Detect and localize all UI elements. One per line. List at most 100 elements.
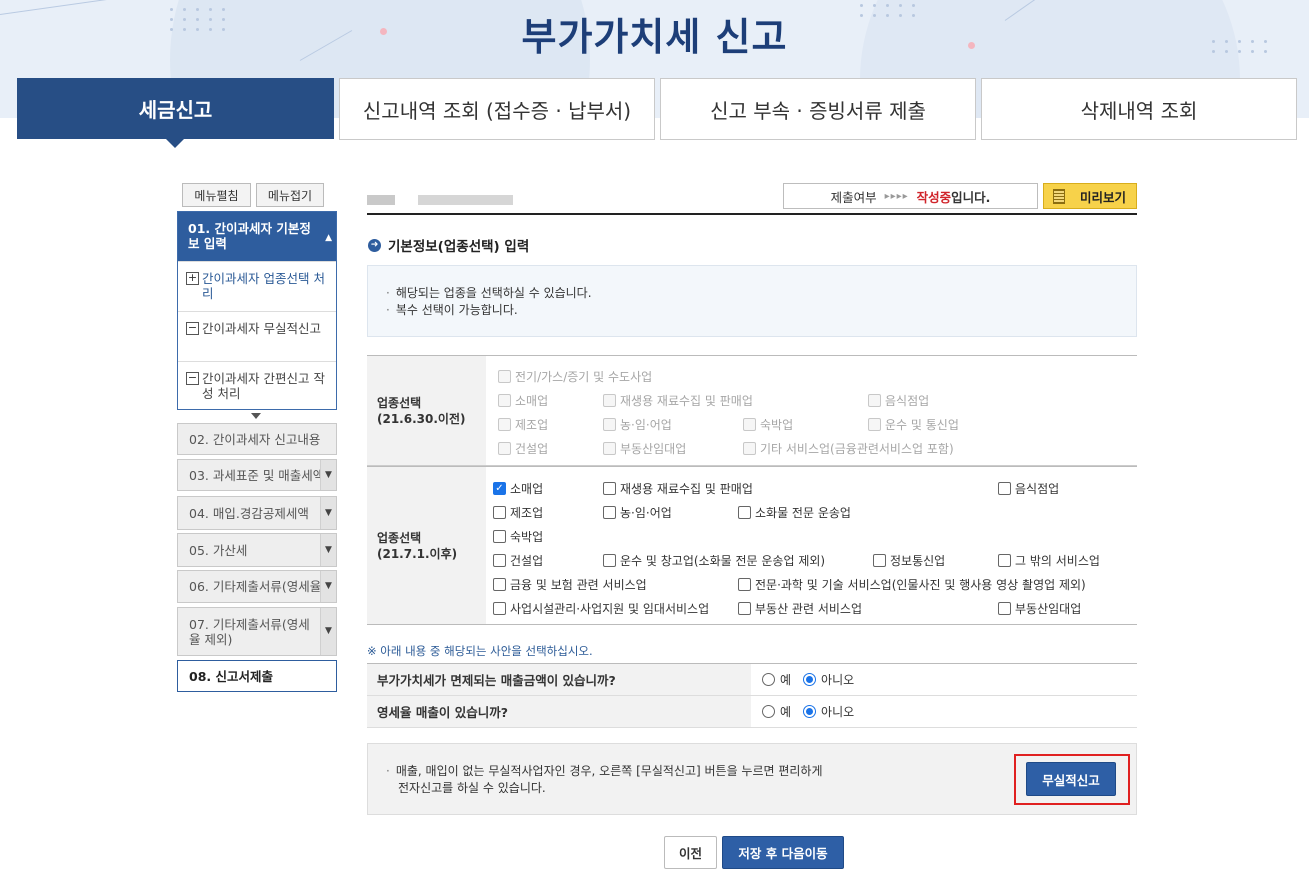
preview-button[interactable]: 미리보기 — [1043, 183, 1137, 209]
page-title: 부가가치세 신고 — [521, 15, 788, 59]
chevron-up-icon: ▲ — [325, 233, 332, 243]
chevron-down-icon: ▼ — [320, 571, 336, 602]
industry-new-table: 업종선택 (21.7.1.이후) ✓ 소매업 재생용 재료수집 및 판매업 음식점… — [367, 466, 1137, 625]
question-text: 부가가치세가 면제되는 매출금액이 있습니까? — [367, 664, 751, 695]
question-text: 영세율 매출이 있습니까? — [367, 696, 751, 727]
selection-note: ※ 아래 내용 중 해당되는 사안을 선택하십시오. — [367, 644, 593, 658]
industry-checkbox[interactable]: 부동산임대업 — [998, 600, 1081, 617]
step-label: 07. 기타제출서류(영세율 제외) — [189, 616, 310, 647]
chevron-down-icon: ▼ — [320, 534, 336, 566]
step-label: 02. 간이과세자 신고내용 — [189, 431, 321, 447]
step-06[interactable]: 06. 기타제출서류(영세율 ▼ — [177, 570, 337, 603]
step-label: 04. 매입.경감공제세액 — [189, 505, 309, 521]
industry-checkbox[interactable]: 건설업 — [493, 552, 543, 569]
step-label: 03. 과세표준 및 매출세액 — [189, 467, 325, 483]
divider — [367, 213, 1137, 215]
zero-report-button[interactable]: 무실적신고 — [1026, 762, 1116, 796]
status-suffix: 입니다. — [951, 189, 991, 205]
radio-selected-icon — [803, 673, 817, 686]
radio-selected-icon — [803, 705, 817, 718]
label-line: (21.6.30.이전) — [377, 411, 466, 426]
menu-collapse-button[interactable]: 메뉴접기 — [256, 183, 324, 207]
submission-status: 제출여부 ▸▸▸▸ 작성중 입니다. — [783, 183, 1038, 209]
industry-checkbox[interactable]: 사업시설관리·사업지원 및 임대서비스업 — [493, 600, 709, 617]
step-07[interactable]: 07. 기타제출서류(영세율 제외) ▼ — [177, 607, 337, 656]
industry-old-checkbox: 기타 서비스업(금융관련서비스업 포함) — [743, 440, 954, 457]
step-08[interactable]: 08. 신고서제출 — [177, 660, 337, 692]
step-label: 06. 기타제출서류(영세율 — [189, 579, 322, 594]
sidebar-item-simple-report[interactable]: − 간이과세자 간편신고 작성 처리 — [178, 361, 336, 411]
industry-old-checkbox: 건설업 — [498, 440, 548, 457]
save-next-button[interactable]: 저장 후 다음이동 — [722, 836, 844, 869]
industry-checkbox[interactable]: 소화물 전문 운송업 — [738, 504, 851, 521]
step-01-panel: 01. 간이과세자 기본정보 입력 ▲ + 간이과세자 업종선택 처리 − 간이… — [177, 211, 337, 410]
step-label: 05. 가산세 — [189, 542, 248, 558]
radio-icon — [762, 673, 775, 686]
industry-checkbox[interactable]: 정보통신업 — [873, 552, 945, 569]
chevron-down-icon: ▼ — [320, 460, 336, 490]
active-tab-pointer — [166, 139, 184, 148]
industry-old-checkbox: 운수 및 통신업 — [868, 416, 959, 433]
section-title-text: 기본정보(업종선택) 입력 — [388, 239, 530, 255]
prev-button[interactable]: 이전 — [664, 836, 717, 869]
status-value: 작성중 — [916, 189, 952, 205]
step-01-header[interactable]: 01. 간이과세자 기본정보 입력 ▲ — [178, 212, 336, 261]
industry-checkbox[interactable]: 숙박업 — [493, 528, 543, 545]
industry-checkbox[interactable]: 농·임·어업 — [603, 504, 672, 521]
industry-new-label: 업종선택 (21.7.1.이후) — [367, 467, 486, 624]
step-02[interactable]: 02. 간이과세자 신고내용 — [177, 423, 337, 455]
radio-yes[interactable]: 예 — [762, 703, 791, 720]
radio-yes[interactable]: 예 — [762, 671, 791, 688]
info-box: 해당되는 업종을 선택하실 수 있습니다. 복수 선택이 가능합니다. — [367, 265, 1137, 337]
questions-table: 부가가치세가 면제되는 매출금액이 있습니까? 예 아니오 영세율 매출이 있습… — [367, 663, 1137, 728]
redacted-info — [418, 195, 513, 205]
tab-tax-report[interactable]: 세금신고 — [17, 78, 334, 139]
radio-no[interactable]: 아니오 — [803, 703, 854, 720]
plus-icon: + — [186, 271, 199, 285]
industry-old-checkbox: 전기/가스/증기 및 수도사업 — [498, 368, 652, 385]
step-05[interactable]: 05. 가산세 ▼ — [177, 533, 337, 567]
menu-expand-button[interactable]: 메뉴펼침 — [182, 183, 251, 207]
preview-label: 미리보기 — [1080, 189, 1127, 205]
industry-checkbox-retail[interactable]: ✓ 소매업 — [493, 480, 543, 497]
sidebar-item-label: 간이과세자 업종선택 처리 — [202, 271, 325, 301]
tab-attachment-submit[interactable]: 신고 부속 · 증빙서류 제출 — [660, 78, 976, 140]
text-line: 전자신고를 하실 수 있습니다. — [398, 781, 546, 795]
info-line: 복수 선택이 가능합니다. — [386, 302, 1118, 319]
sidebar-item-industry-select[interactable]: + 간이과세자 업종선택 처리 — [178, 261, 336, 311]
document-icon — [1053, 188, 1065, 204]
tab-deleted-history[interactable]: 삭제내역 조회 — [981, 78, 1297, 140]
industry-old-checkbox: 소매업 — [498, 392, 548, 409]
label-line: 업종선택 — [377, 395, 422, 410]
industry-checkbox[interactable]: 그 밖의 서비스업 — [998, 552, 1100, 569]
industry-old-checkbox: 숙박업 — [743, 416, 793, 433]
question-row: 영세율 매출이 있습니까? 예 아니오 — [367, 696, 1137, 728]
industry-checkbox[interactable]: 금융 및 보험 관련 서비스업 — [493, 576, 647, 593]
step-01-label: 01. 간이과세자 기본정보 입력 — [188, 221, 311, 251]
arrows-icon: ▸▸▸▸ — [884, 190, 909, 202]
step-label: 08. 신고서제출 — [189, 668, 273, 684]
sidebar-item-label: 간이과세자 간편신고 작성 처리 — [202, 371, 325, 401]
label-line: (21.7.1.이후) — [377, 546, 458, 561]
industry-old-checkbox: 재생용 재료수집 및 판매업 — [603, 392, 753, 409]
triangle-down-icon — [251, 413, 261, 419]
chevron-down-icon: ▼ — [320, 608, 336, 655]
industry-checkbox[interactable]: 부동산 관련 서비스업 — [738, 600, 862, 617]
industry-old-checkbox: 음식점업 — [868, 392, 929, 409]
step-03[interactable]: 03. 과세표준 및 매출세액 ▼ — [177, 459, 337, 491]
industry-checkbox[interactable]: 전문·과학 및 기술 서비스업(인물사진 및 행사용 영상 촬영업 제외) — [738, 576, 1086, 593]
status-label: 제출여부 — [830, 189, 877, 205]
industry-old-checkbox: 농·임·어업 — [603, 416, 672, 433]
step-04[interactable]: 04. 매입.경감공제세액 ▼ — [177, 496, 337, 530]
industry-checkbox[interactable]: 음식점업 — [998, 480, 1059, 497]
industry-old-checkbox: 제조업 — [498, 416, 548, 433]
tab-report-history[interactable]: 신고내역 조회 (접수증 · 납부서) — [339, 78, 655, 140]
minus-icon: − — [186, 371, 199, 385]
industry-checkbox[interactable]: 운수 및 창고업(소화물 전문 운송업 제외) — [603, 552, 825, 569]
question-row: 부가가치세가 면제되는 매출금액이 있습니까? 예 아니오 — [367, 664, 1137, 696]
industry-checkbox[interactable]: 재생용 재료수집 및 판매업 — [603, 480, 753, 497]
sidebar-item-zero-report[interactable]: − 간이과세자 무실적신고 — [178, 311, 336, 361]
industry-old-checkbox: 부동산임대업 — [603, 440, 686, 457]
industry-checkbox[interactable]: 제조업 — [493, 504, 543, 521]
radio-no[interactable]: 아니오 — [803, 671, 854, 688]
